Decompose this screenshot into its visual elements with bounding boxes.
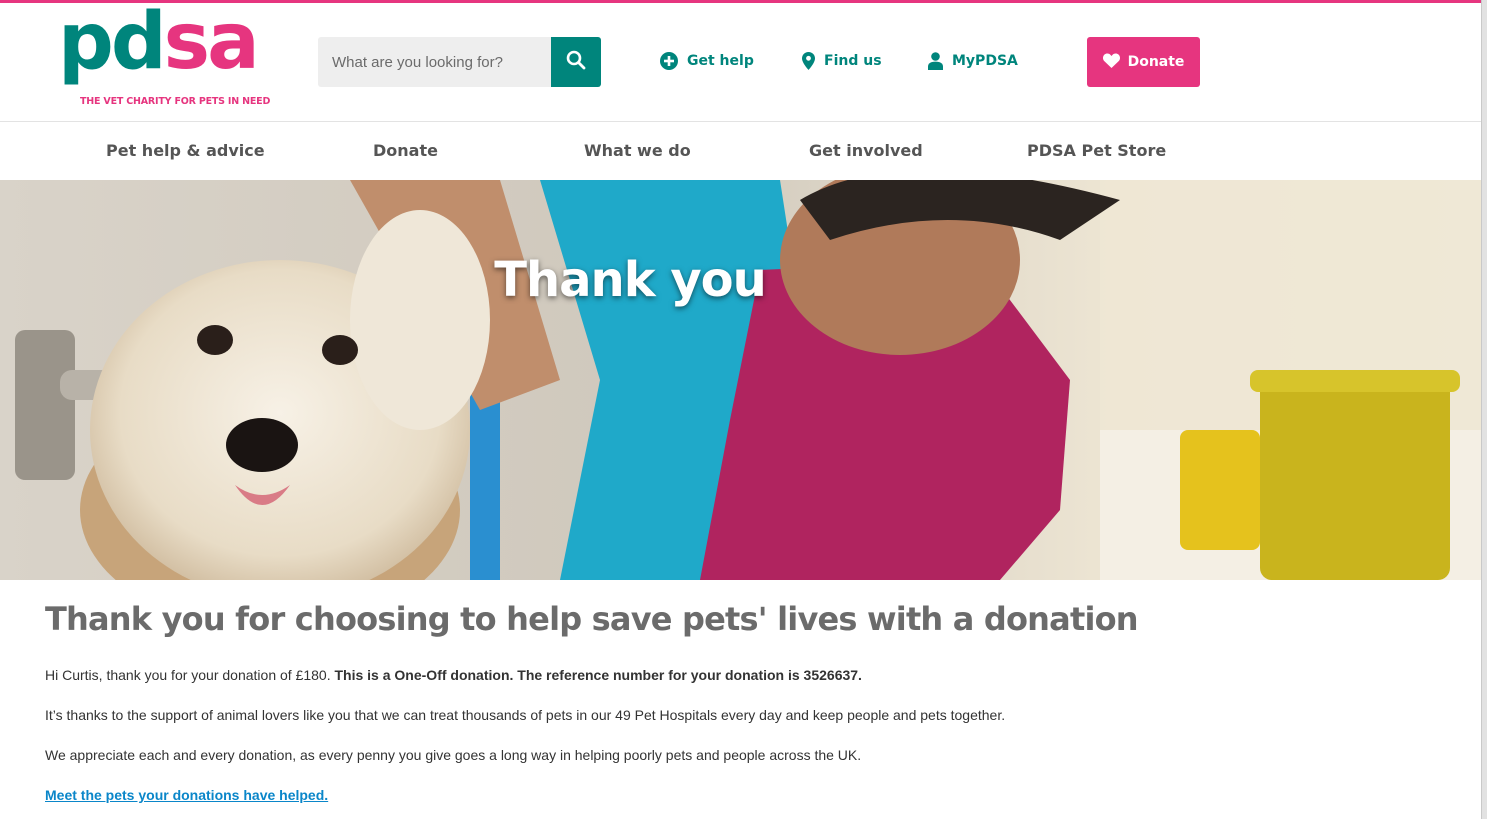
hero-image bbox=[0, 180, 1481, 580]
nav-item-what-we-do[interactable]: What we do bbox=[584, 122, 691, 180]
nav-item-get-involved[interactable]: Get involved bbox=[809, 122, 923, 180]
search-icon bbox=[566, 50, 586, 75]
donation-reference-text: This is a One-Off donation. The referenc… bbox=[334, 667, 862, 683]
pdsa-logo[interactable]: pdsa THE VET CHARITY FOR PETS IN NEED bbox=[58, 3, 270, 109]
search-bar bbox=[318, 37, 601, 87]
mypdsa-link[interactable]: MyPDSA bbox=[928, 52, 1018, 70]
nav-item-pet-help-advice[interactable]: Pet help & advice bbox=[106, 122, 265, 180]
support-paragraph: It’s thanks to the support of animal lov… bbox=[45, 707, 1006, 723]
window-scrollbar[interactable] bbox=[1481, 0, 1487, 819]
user-icon bbox=[928, 52, 943, 70]
logo-tagline: THE VET CHARITY FOR PETS IN NEED bbox=[80, 96, 271, 107]
nav-item-donate[interactable]: Donate bbox=[373, 122, 438, 180]
site-header: pdsa THE VET CHARITY FOR PETS IN NEED Ge… bbox=[0, 3, 1481, 121]
donate-button[interactable]: Donate bbox=[1087, 37, 1200, 87]
hero-banner: Thank you bbox=[0, 180, 1481, 580]
meet-pets-link[interactable]: Meet the pets your donations have helped… bbox=[45, 787, 328, 803]
search-button[interactable] bbox=[551, 37, 601, 87]
mypdsa-label: MyPDSA bbox=[952, 53, 1018, 69]
hero-title: Thank you bbox=[494, 252, 767, 308]
logo-wordmark: pdsa bbox=[58, 3, 260, 81]
donation-thanks-text: Hi Curtis, thank you for your donation o… bbox=[45, 667, 335, 683]
logo-wordmark-pd: pd bbox=[58, 0, 167, 87]
donate-button-label: Donate bbox=[1127, 54, 1185, 70]
donation-summary: Hi Curtis, thank you for your donation o… bbox=[45, 666, 1465, 684]
find-us-link[interactable]: Find us bbox=[802, 52, 882, 70]
logo-wordmark-sa: sa bbox=[163, 0, 260, 87]
nav-item-pdsa-pet-store[interactable]: PDSA Pet Store bbox=[1027, 122, 1166, 180]
heart-icon bbox=[1102, 53, 1120, 72]
map-pin-icon bbox=[802, 52, 815, 70]
main-content: Thank you for choosing to help save pets… bbox=[45, 580, 1465, 804]
main-navigation: Pet help & advice Donate What we do Get … bbox=[0, 121, 1481, 180]
get-help-label: Get help bbox=[687, 53, 754, 69]
plus-circle-icon bbox=[660, 52, 678, 70]
search-input[interactable] bbox=[318, 37, 551, 87]
get-help-link[interactable]: Get help bbox=[660, 52, 754, 70]
appreciation-paragraph: We appreciate each and every donation, a… bbox=[45, 747, 862, 763]
find-us-label: Find us bbox=[824, 53, 882, 69]
meet-pets-paragraph: Meet the pets your donations have helped… bbox=[45, 786, 1465, 804]
page-heading: Thank you for choosing to help save pets… bbox=[45, 600, 1139, 638]
